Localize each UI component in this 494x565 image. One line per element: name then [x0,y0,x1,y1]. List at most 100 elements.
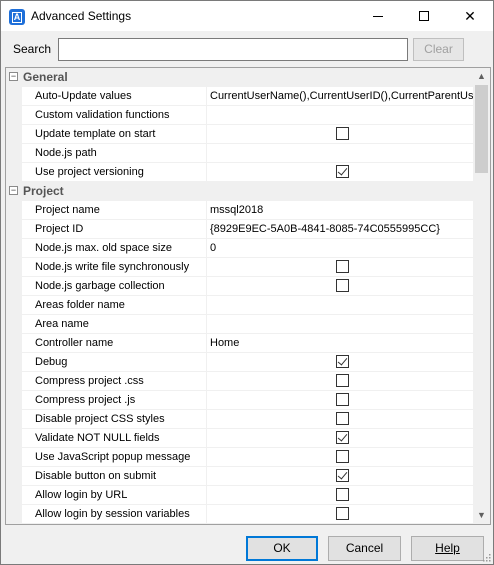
property-row[interactable]: Auto-Update values CurrentUserName(),Curr… [6,87,475,106]
property-value-checkbox-cell[interactable] [208,258,475,277]
property-row[interactable]: Update template on start [6,125,475,144]
vertical-scrollbar[interactable]: ▲ ▼ [473,68,490,524]
property-row[interactable]: Allow login by session variables [6,505,475,524]
category-label: Project [23,184,64,198]
property-value[interactable]: 0 [208,239,475,258]
resize-grip-icon[interactable] [481,552,491,562]
search-input[interactable] [58,38,408,61]
property-value-checkbox-cell[interactable] [208,163,475,182]
property-name: Allow login by URL [22,486,207,505]
checkbox-unchecked[interactable] [336,373,349,387]
property-name: Disable button on submit [22,467,207,486]
property-value-checkbox-cell[interactable] [208,353,475,372]
property-value[interactable]: mssql2018 [208,201,475,220]
property-row[interactable]: Node.js garbage collection [6,277,475,296]
property-row[interactable]: Custom validation functions [6,106,475,125]
row-gutter [6,239,22,258]
property-value[interactable] [208,144,475,163]
checkbox-checked[interactable] [336,164,349,178]
property-name: Node.js path [22,144,207,163]
row-gutter [6,486,22,505]
property-row[interactable]: Validate NOT NULL fields [6,429,475,448]
property-value-checkbox-cell[interactable] [208,372,475,391]
property-row[interactable]: Node.js path [6,144,475,163]
property-value[interactable] [208,296,475,315]
property-row[interactable]: Use project versioning [6,163,475,182]
help-button[interactable]: Help [411,536,484,561]
title-bar: A Advanced Settings ✕ [1,1,493,31]
checkbox-unchecked[interactable] [336,278,349,292]
property-row[interactable]: Disable button on submit [6,467,475,486]
category-row[interactable]: − Project [6,182,475,201]
category-row[interactable]: − General [6,68,475,87]
row-gutter [6,448,22,467]
property-value-checkbox-cell[interactable] [208,125,475,144]
collapse-icon[interactable]: − [9,186,18,195]
minimize-button[interactable] [355,1,401,31]
property-value-checkbox-cell[interactable] [208,277,475,296]
property-row[interactable]: Compress project .js [6,391,475,410]
property-row[interactable]: Controller name Home [6,334,475,353]
property-row[interactable]: Node.js write file synchronously [6,258,475,277]
property-name: Allow login by session variables [22,505,207,524]
scroll-up-icon[interactable]: ▲ [473,68,490,85]
property-row[interactable]: Allow login by URL [6,486,475,505]
minimize-icon [373,15,383,17]
property-row[interactable]: Node.js max. old space size 0 [6,239,475,258]
checkbox-checked[interactable] [336,430,349,444]
property-row[interactable]: Project name mssql2018 [6,201,475,220]
property-value-checkbox-cell[interactable] [208,429,475,448]
checkbox-checked[interactable] [336,354,349,368]
property-value[interactable]: CurrentUserName(),CurrentUserID(),Curren… [208,87,475,106]
property-value[interactable] [208,106,475,125]
checkbox-unchecked[interactable] [336,259,349,273]
property-name: Node.js max. old space size [22,239,207,258]
row-gutter [6,505,22,524]
property-value[interactable]: {8929E9EC-5A0B-4841-8085-74C0555995CC} [208,220,475,239]
checkbox-unchecked[interactable] [336,392,349,406]
close-button[interactable]: ✕ [447,1,493,31]
property-row[interactable]: Use JavaScript popup message [6,448,475,467]
checkbox-unchecked[interactable] [336,449,349,463]
property-value-checkbox-cell[interactable] [208,448,475,467]
window-title: Advanced Settings [31,9,132,23]
property-row[interactable]: Disable project CSS styles [6,410,475,429]
checkbox-unchecked[interactable] [336,126,349,140]
row-gutter [6,201,22,220]
property-value[interactable] [208,315,475,334]
checkbox-unchecked[interactable] [336,506,349,520]
property-value-checkbox-cell[interactable] [208,467,475,486]
property-row[interactable]: Area name [6,315,475,334]
property-row[interactable]: Project ID {8929E9EC-5A0B-4841-8085-74C05… [6,220,475,239]
property-value-checkbox-cell[interactable] [208,486,475,505]
maximize-button[interactable] [401,1,447,31]
property-value-checkbox-cell[interactable] [208,505,475,524]
property-value[interactable]: Home [208,334,475,353]
row-gutter [6,163,22,182]
checkbox-checked[interactable] [336,468,349,482]
row-gutter [6,334,22,353]
scrollbar-thumb[interactable] [475,85,488,173]
row-gutter [6,258,22,277]
row-gutter [6,391,22,410]
category-label: General [23,70,68,84]
property-name: Controller name [22,334,207,353]
property-value-checkbox-cell[interactable] [208,410,475,429]
property-value-checkbox-cell[interactable] [208,391,475,410]
ok-button[interactable]: OK [246,536,318,561]
scroll-down-icon[interactable]: ▼ [473,507,490,524]
app-logo-icon: A [9,9,25,25]
advanced-settings-dialog: A Advanced Settings ✕ Search Clear − Gene… [0,0,494,565]
checkbox-unchecked[interactable] [336,411,349,425]
clear-button[interactable]: Clear [413,38,464,61]
property-name: Area name [22,315,207,334]
checkbox-unchecked[interactable] [336,487,349,501]
property-row[interactable]: Compress project .css [6,372,475,391]
property-row[interactable]: Areas folder name [6,296,475,315]
property-grid-rows: − General Auto-Update values CurrentUserNam… [6,68,475,524]
collapse-icon[interactable]: − [9,72,18,81]
row-gutter [6,87,22,106]
cancel-button[interactable]: Cancel [328,536,401,561]
property-name: Node.js write file synchronously [22,258,207,277]
property-row[interactable]: Debug [6,353,475,372]
